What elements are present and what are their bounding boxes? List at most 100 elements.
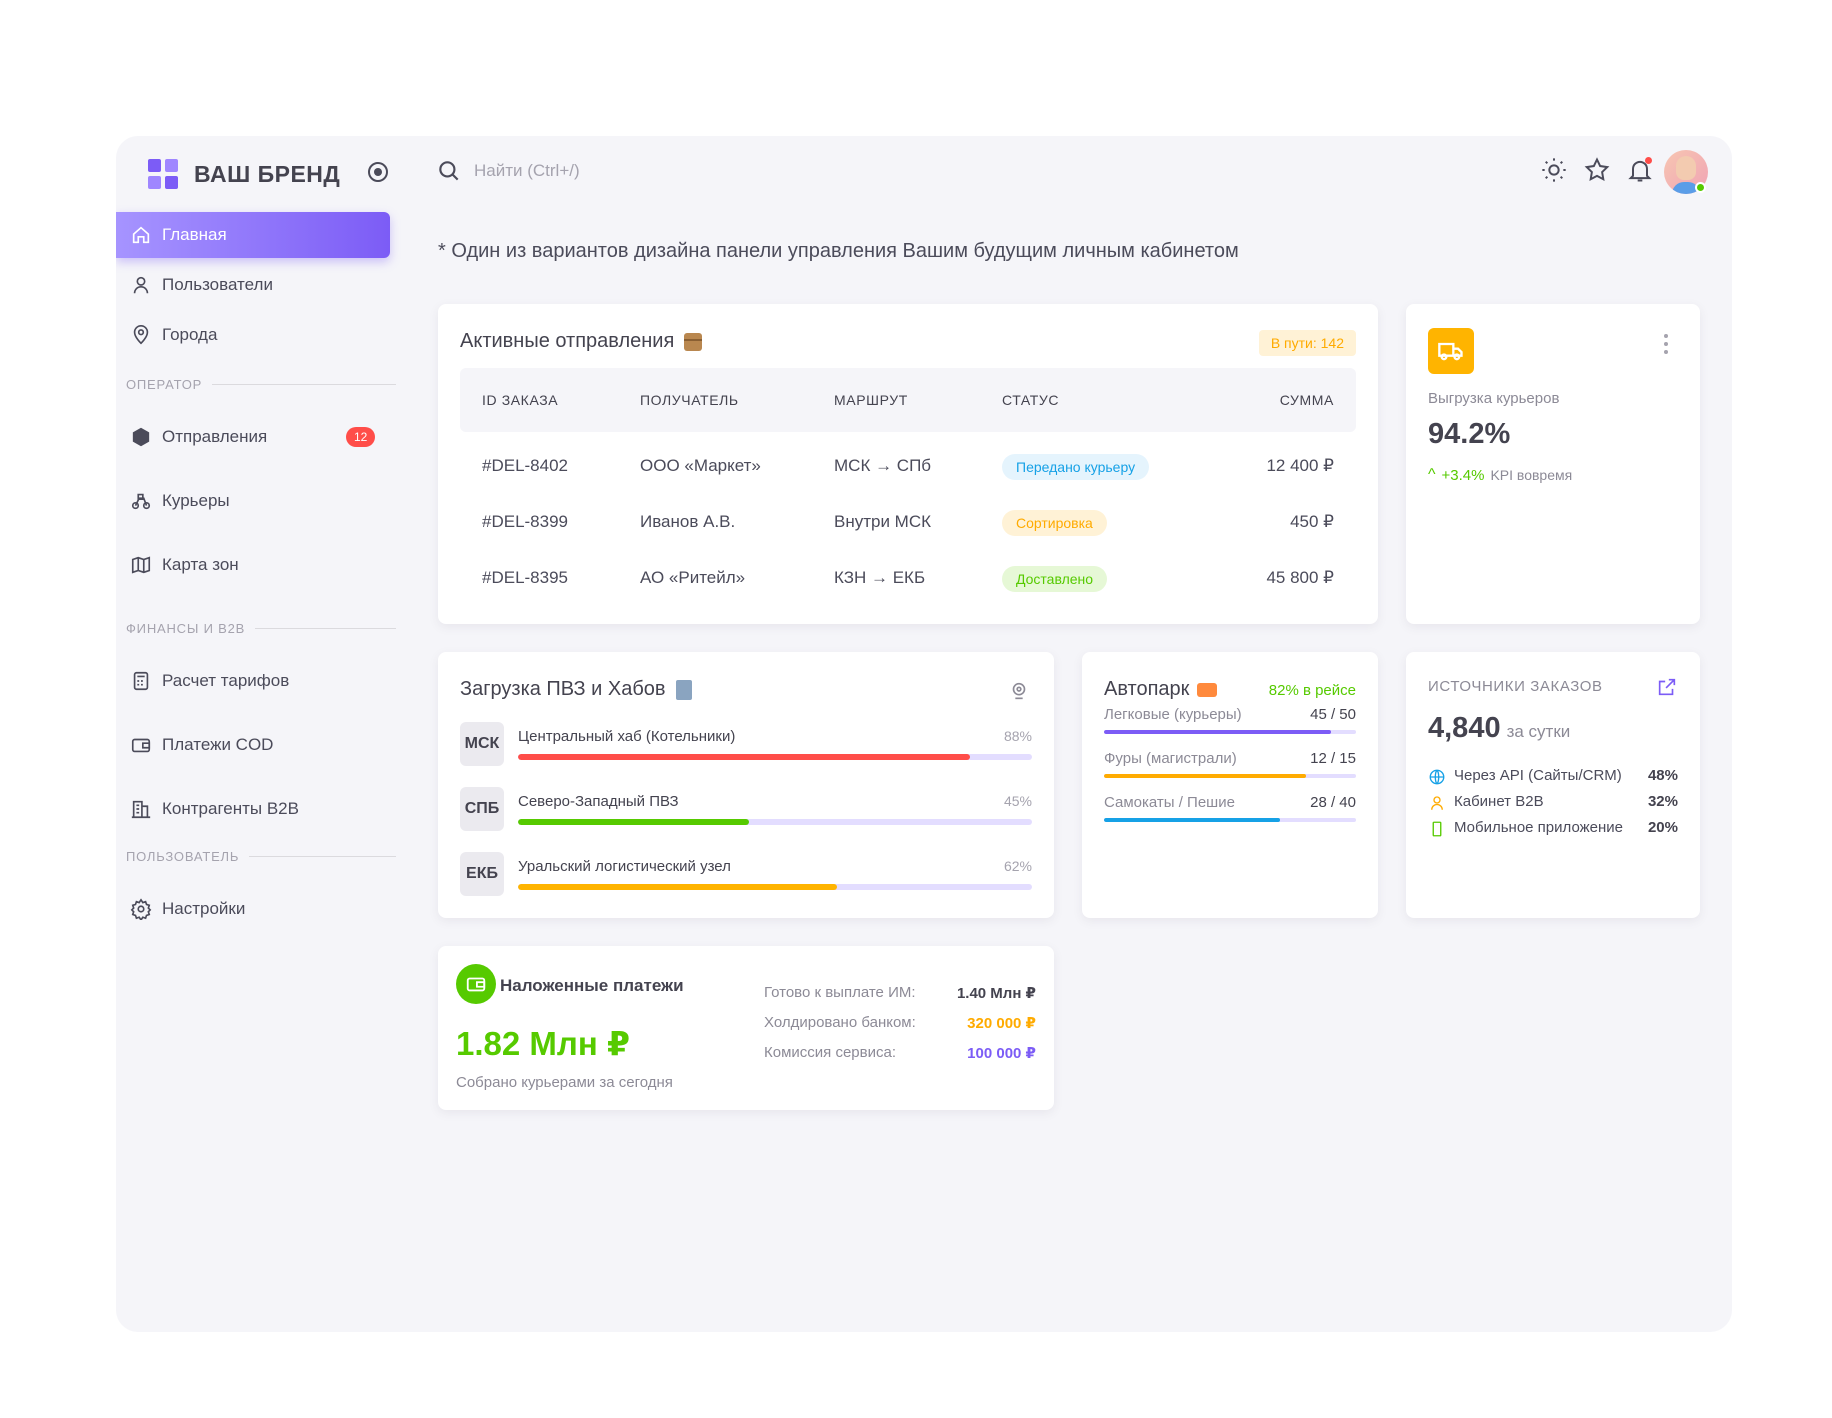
- more-options-icon[interactable]: [1664, 334, 1670, 354]
- recipient: АО «Ритейл»: [640, 568, 746, 587]
- progress-fill: [518, 819, 750, 825]
- app-window: ВАШ БРЕНД Главная Пользователи Города ОП…: [116, 136, 1732, 1332]
- hub-name: Центральный хаб (Котельники): [518, 728, 736, 745]
- box-icon: [132, 427, 150, 447]
- hub-code: ЕКБ: [460, 852, 504, 896]
- sidebar-toggle-icon[interactable]: [368, 162, 388, 182]
- hub-load-pct: 88%: [1003, 728, 1032, 744]
- cod-amount: 1.82 Млн ₽: [456, 1025, 630, 1062]
- sidebar-item-home[interactable]: Главная: [116, 212, 390, 258]
- source-pct: 20%: [1647, 819, 1678, 836]
- fleet-row: Фуры (магистрали) 12 / 15: [1104, 750, 1356, 784]
- order-id: #DEL-8395: [482, 568, 569, 587]
- metric-trend: ^ +3.4% KPI вовремя: [1428, 466, 1572, 484]
- recipient: Иванов А.В.: [640, 512, 736, 531]
- wallet-icon: [131, 738, 151, 753]
- sidebar-item-tariffs[interactable]: Расчет тарифов: [116, 658, 396, 704]
- progress-fill: [518, 754, 971, 760]
- sidebar-item-label: Карта зон: [162, 555, 239, 574]
- fleet-type: Легковые (курьеры): [1104, 706, 1242, 723]
- courier-load-card: Выгрузка курьеров 94.2% ^ +3.4% KPI вовр…: [1406, 304, 1700, 624]
- sidebar-item-b2b[interactable]: Контрагенты B2B: [116, 786, 396, 832]
- active-shipments-card: Активные отправления В пути: 142 ID ЗАКА…: [438, 304, 1378, 624]
- fleet-row: Легковые (курьеры) 45 / 50: [1104, 706, 1356, 740]
- sidebar-item-cod-payments[interactable]: Платежи COD: [116, 722, 396, 768]
- cod-detail-value: 100 000 ₽: [967, 1045, 1036, 1062]
- card-title: Загрузка ПВЗ и Хабов: [460, 678, 692, 701]
- settings-icon: [130, 898, 152, 920]
- fleet-type: Фуры (магистрали): [1104, 750, 1237, 767]
- column-header[interactable]: МАРШРУТ: [834, 368, 908, 432]
- card-title: ИСТОЧНИКИ ЗАКАЗОВ: [1428, 678, 1603, 695]
- hub-row[interactable]: ЕКБ Уральский логистический узел 62%: [460, 852, 1032, 898]
- sidebar-item-zone-map[interactable]: Карта зон: [116, 542, 396, 588]
- table-row[interactable]: #DEL-8402 ООО «Маркет» МСК → СПб Передан…: [460, 438, 1356, 494]
- section-finance: ФИНАНСЫ И B2B: [116, 608, 396, 648]
- phone-icon: [1432, 821, 1442, 837]
- globe-icon: [1429, 769, 1445, 785]
- brand-name: ВАШ БРЕНД: [194, 160, 341, 187]
- favorites-button[interactable]: [1583, 156, 1611, 184]
- source-name: Через API (Сайты/CRM): [1454, 767, 1622, 784]
- column-header[interactable]: СУММА: [1280, 368, 1334, 432]
- calculator-icon: [133, 671, 149, 691]
- sidebar-item-label: Курьеры: [162, 491, 230, 510]
- orders-total-value: 4,840: [1428, 712, 1501, 744]
- order-sum: 45 800 ₽: [1266, 568, 1334, 587]
- card-title-text: Загрузка ПВЗ и Хабов: [460, 678, 666, 700]
- fleet-row: Самокаты / Пешие 28 / 40: [1104, 794, 1356, 828]
- theme-toggle-button[interactable]: [1540, 156, 1568, 184]
- sidebar-item-shipments[interactable]: Отправления 12: [116, 414, 396, 460]
- order-sum: 450 ₽: [1290, 512, 1334, 531]
- sidebar-item-label: Главная: [162, 225, 227, 244]
- source-pct: 32%: [1647, 793, 1678, 810]
- package-icon: [684, 332, 703, 351]
- sidebar-item-cities[interactable]: Города: [116, 312, 396, 358]
- trend-value: +3.4%: [1441, 466, 1485, 484]
- location-icon[interactable]: [1008, 680, 1030, 702]
- search-input[interactable]: [474, 156, 874, 186]
- progress-track: [518, 884, 1032, 890]
- hub-row[interactable]: МСК Центральный хаб (Котельники) 88%: [460, 722, 1032, 768]
- search-icon[interactable]: [436, 158, 462, 184]
- sidebar-item-couriers[interactable]: Курьеры: [116, 478, 396, 524]
- sidebar-item-settings[interactable]: Настройки: [116, 886, 396, 932]
- sidebar-item-users[interactable]: Пользователи: [116, 262, 396, 308]
- list-item: Через API (Сайты/CRM) 48%: [1428, 766, 1678, 790]
- fleet-trip-status: 82% в рейсе: [1268, 682, 1356, 699]
- source-name: Мобильное приложение: [1454, 819, 1623, 836]
- sidebar: Главная Пользователи Города ОПЕРАТОР Отп…: [116, 212, 396, 936]
- column-header[interactable]: СТАТУС: [1002, 368, 1059, 432]
- card-title: Автопарк: [1104, 678, 1218, 701]
- list-item: Мобильное приложение 20%: [1428, 818, 1678, 842]
- brand-logo-icon: [148, 159, 178, 189]
- table-row[interactable]: #DEL-8399 Иванов А.В. Внутри МСК Сортиро…: [460, 494, 1356, 550]
- section-operator: ОПЕРАТОР: [116, 364, 396, 404]
- hub-code: СПБ: [460, 787, 504, 831]
- notifications-button[interactable]: [1626, 156, 1654, 184]
- progress-track: [1104, 818, 1356, 822]
- metric-value: 94.2%: [1428, 418, 1511, 450]
- trend-note: KPI вовремя: [1490, 467, 1573, 483]
- cod-subtitle: Собрано курьерами за сегодня: [456, 1074, 673, 1091]
- share-icon[interactable]: [1656, 676, 1678, 698]
- hub-row[interactable]: СПБ Северо-Западный ПВЗ 45%: [460, 787, 1032, 833]
- column-header[interactable]: ID ЗАКАЗА: [482, 368, 558, 432]
- status-badge: Сортировка: [1002, 510, 1107, 536]
- cod-detail-label: Холдировано банком:: [764, 1014, 916, 1031]
- page-note: * Один из вариантов дизайна панели управ…: [438, 240, 1239, 262]
- status-badge: Доставлено: [1002, 566, 1108, 592]
- source-pct: 48%: [1647, 767, 1678, 784]
- cod-detail-value: 320 000 ₽: [967, 1015, 1036, 1032]
- table-row[interactable]: #DEL-8395 АО «Ритейл» КЗН → ЕКБ Доставле…: [460, 550, 1356, 606]
- column-header[interactable]: ПОЛУЧАТЕЛЬ: [640, 368, 739, 432]
- hub-name: Северо-Западный ПВЗ: [518, 793, 679, 810]
- building-icon: [131, 800, 151, 819]
- route: КЗН → ЕКБ: [834, 568, 926, 587]
- brand[interactable]: ВАШ БРЕНД: [148, 154, 340, 194]
- cod-detail-row: Комиссия сервиса: 100 000 ₽: [764, 1044, 1036, 1066]
- cod-detail-label: Комиссия сервиса:: [764, 1044, 896, 1061]
- metric-label: Выгрузка курьеров: [1428, 390, 1560, 407]
- hub-code: МСК: [460, 722, 504, 766]
- recipient: ООО «Маркет»: [640, 456, 761, 475]
